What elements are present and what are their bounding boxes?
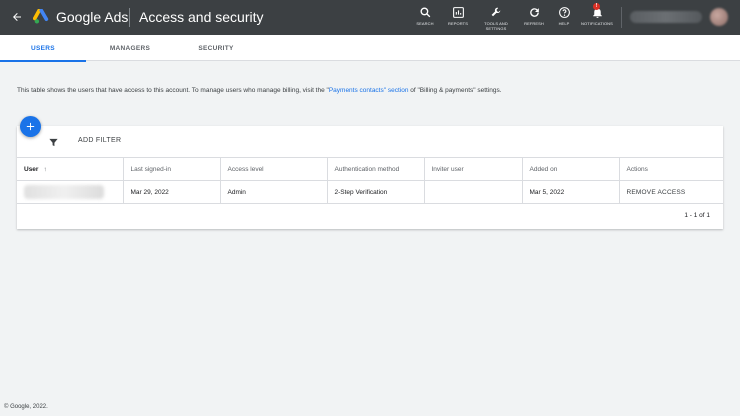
column-header-last-signed-in[interactable]: Last signed-in (122, 157, 220, 181)
auth-method-cell: 2-Step Verification (326, 180, 424, 204)
table-row: Mar 29, 2022 Admin 2-Step Verification M… (17, 180, 723, 204)
refresh-button[interactable]: REFRESH (523, 6, 545, 26)
column-header-actions: Actions (618, 157, 723, 181)
users-table: User ↑ Last signed-in Access level Authen… (17, 157, 723, 204)
product-name[interactable]: Google Ads (56, 9, 128, 25)
plus-icon (26, 122, 35, 131)
back-arrow-icon[interactable] (8, 8, 26, 26)
google-ads-logo-icon[interactable] (33, 9, 51, 25)
reports-button[interactable]: REPORTS (446, 6, 470, 26)
sort-ascending-icon[interactable]: ↑ (43, 166, 46, 173)
wrench-icon (491, 7, 500, 17)
last-signed-in-cell: Mar 29, 2022 (122, 180, 220, 204)
column-header-inviter[interactable]: Inviter user (423, 157, 522, 181)
column-header-access-level[interactable]: Access level (219, 157, 327, 181)
payments-contacts-link[interactable]: Payments contacts" section (329, 87, 409, 94)
filter-icon[interactable] (48, 137, 59, 148)
tab-users[interactable]: USERS (0, 35, 86, 62)
actions-cell: REMOVE ACCESS (618, 180, 723, 204)
top-app-bar: Google Ads Access and security SEARCH RE… (0, 0, 740, 35)
header-divider (621, 7, 622, 28)
add-user-button[interactable] (20, 116, 41, 137)
info-text: This table shows the users that have acc… (17, 87, 502, 94)
user-email-redacted (24, 185, 104, 199)
column-header-user[interactable]: User ↑ (17, 157, 123, 181)
notification-badge: ! (593, 3, 600, 10)
title-divider (129, 8, 130, 27)
remove-access-button[interactable]: REMOVE ACCESS (627, 189, 686, 196)
page-title: Access and security (139, 9, 264, 25)
help-icon (558, 7, 570, 18)
tab-security[interactable]: SECURITY (173, 35, 259, 61)
footer-copyright: © Google, 2022. (4, 404, 48, 410)
account-name-redacted[interactable] (630, 11, 702, 23)
pagination-summary: 1 - 1 of 1 (684, 212, 710, 219)
added-on-cell: Mar 5, 2022 (521, 180, 619, 204)
reports-icon (452, 7, 464, 18)
inviter-cell (423, 180, 522, 204)
help-button[interactable]: HELP (556, 6, 572, 26)
refresh-icon (529, 8, 539, 17)
column-header-added-on[interactable]: Added on (521, 157, 619, 181)
table-header-row: User ↑ Last signed-in Access level Authen… (17, 157, 723, 181)
add-filter-button[interactable]: ADD FILTER (78, 137, 121, 144)
access-level-cell[interactable]: Admin (219, 180, 327, 204)
tools-and-settings-button[interactable]: TOOLS AND SETTINGS (480, 6, 512, 31)
tab-managers[interactable]: MANAGERS (87, 35, 173, 61)
search-icon (419, 7, 430, 18)
tab-bar: USERS MANAGERS SECURITY (0, 35, 740, 62)
user-cell (17, 180, 123, 204)
notifications-button[interactable]: ! NOTIFICATIONS (580, 3, 614, 26)
column-header-auth-method[interactable]: Authentication method (326, 157, 424, 181)
search-button[interactable]: SEARCH (415, 6, 435, 26)
avatar[interactable] (710, 8, 728, 26)
